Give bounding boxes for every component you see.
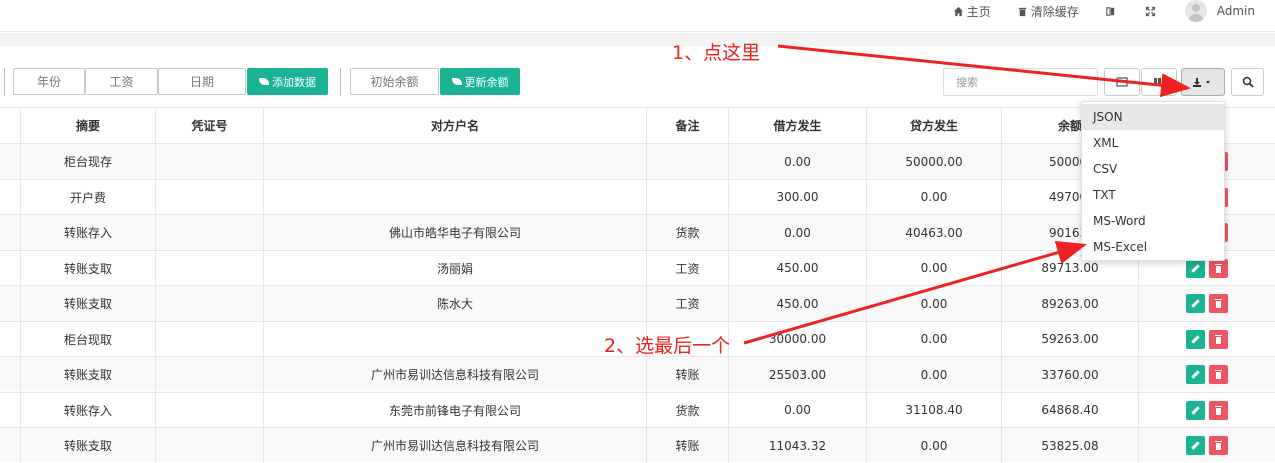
annotation-step2: 2、选最后一个 xyxy=(604,335,731,357)
annotation-step1: 1、点这里 xyxy=(672,42,761,64)
arrow-to-excel-option xyxy=(743,240,1087,345)
arrow-to-export-button xyxy=(777,44,1191,98)
annotation-arrows xyxy=(743,44,1191,345)
